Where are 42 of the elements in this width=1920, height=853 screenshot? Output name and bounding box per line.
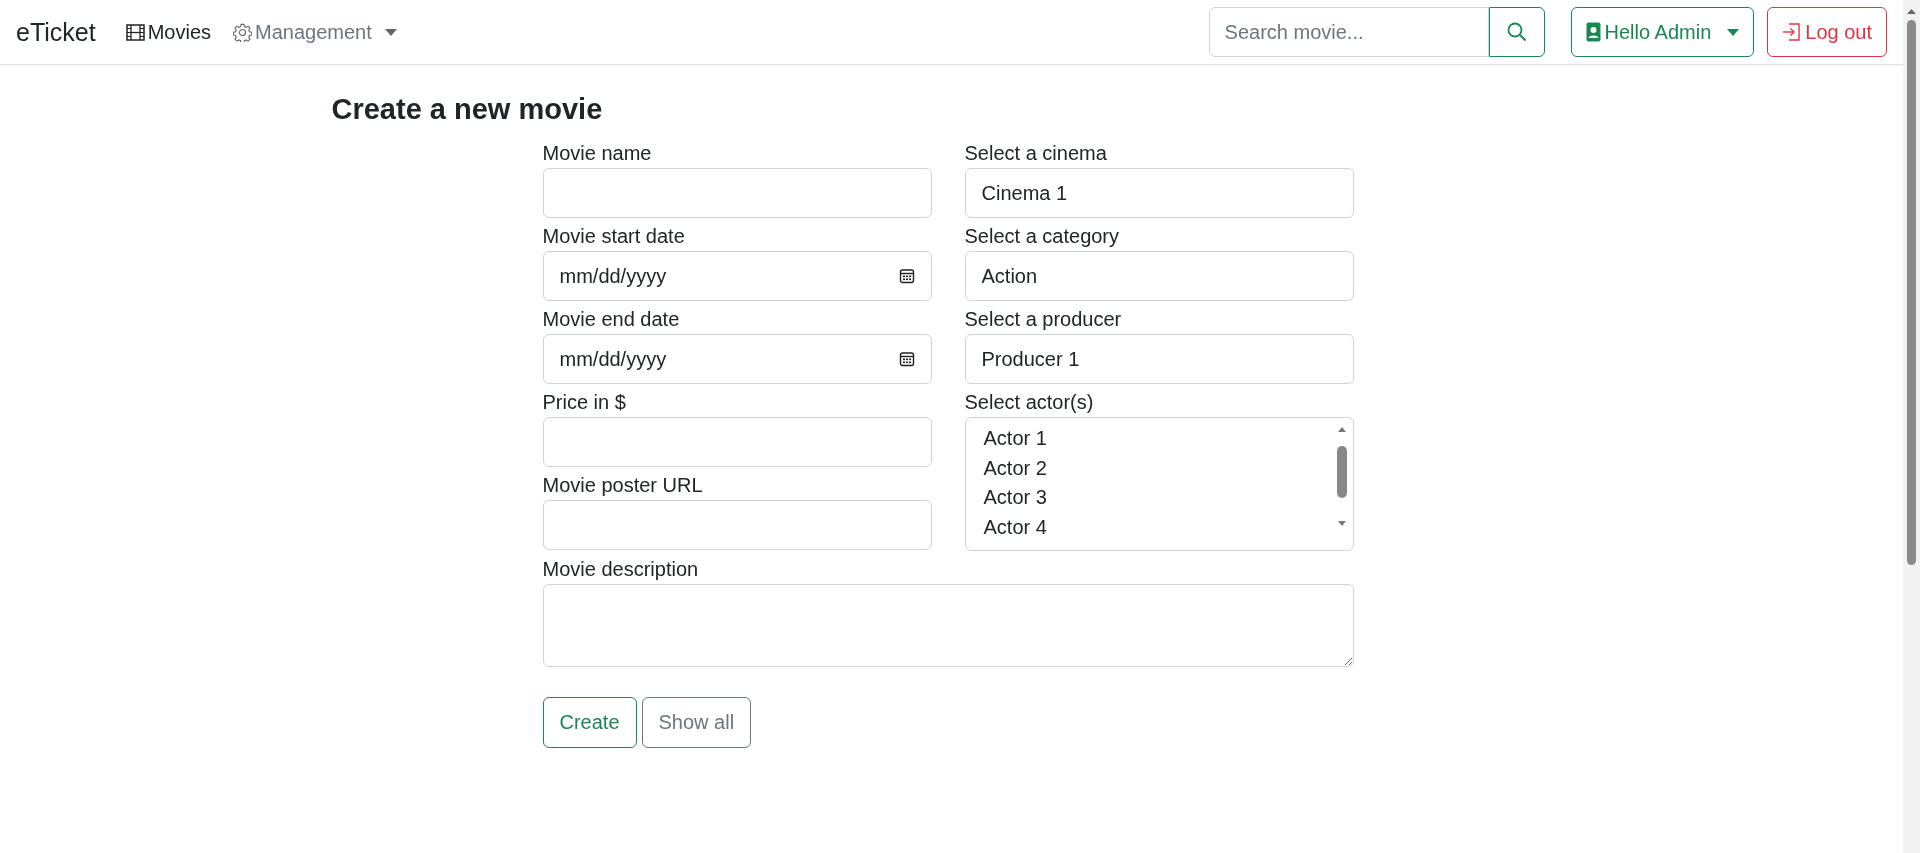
search-field[interactable]: Search movie... xyxy=(1208,7,1489,57)
film-icon xyxy=(125,23,145,41)
calendar-icon[interactable] xyxy=(898,268,915,284)
textarea-field[interactable] xyxy=(542,584,1354,667)
search-icon xyxy=(1506,22,1527,42)
select-field[interactable]: Cinema 1 xyxy=(964,168,1354,218)
input-field[interactable] xyxy=(542,500,932,550)
nav-link[interactable]: Management xyxy=(233,20,397,44)
nav-link[interactable]: Movies xyxy=(125,20,211,44)
field-label: Select a category xyxy=(964,224,1121,249)
field-label: Movie start date xyxy=(542,224,686,249)
date-field[interactable]: mm/dd/yyyy xyxy=(542,251,932,301)
field-label: Movie end date xyxy=(542,307,681,332)
gear-icon xyxy=(233,22,252,42)
input-field[interactable] xyxy=(542,168,932,218)
input-field[interactable] xyxy=(542,417,932,467)
field-label: Movie name xyxy=(542,141,653,166)
caret-icon xyxy=(1727,28,1740,36)
field-label: Price in $ xyxy=(542,390,627,415)
field-label: Select actor(s) xyxy=(964,390,1095,415)
search-button[interactable] xyxy=(1488,7,1545,57)
select-field[interactable]: Action xyxy=(964,251,1354,301)
list-option[interactable]: Actor 3 xyxy=(983,483,1335,513)
field-label: Select a producer xyxy=(964,307,1123,332)
select-field[interactable]: Producer 1 xyxy=(964,334,1354,384)
multi-select-list[interactable]: Actor 1 Actor 2 Actor 3 Actor 4 xyxy=(964,417,1354,551)
date-field[interactable]: mm/dd/yyyy xyxy=(542,334,932,384)
field-label: Movie poster URL xyxy=(542,473,704,498)
caret-icon xyxy=(384,28,397,36)
logout-button[interactable]: Log out xyxy=(1767,7,1887,57)
list-option[interactable]: Actor 1 xyxy=(983,424,1335,454)
list-option[interactable]: Actor 4 xyxy=(983,512,1335,542)
id-badge-icon xyxy=(1585,22,1601,42)
user-menu-button[interactable]: Hello Admin xyxy=(1570,7,1755,57)
field-label: Movie description xyxy=(542,557,700,582)
page-title: Create a new movie xyxy=(331,93,604,126)
list-option[interactable]: Actor 2 xyxy=(983,453,1335,483)
calendar-icon[interactable] xyxy=(898,351,915,367)
field-label: Select a cinema xyxy=(964,141,1108,166)
show-all-button[interactable]: Show all xyxy=(641,697,752,748)
create-button[interactable]: Create xyxy=(542,697,637,748)
brand-link[interactable]: eTicket xyxy=(16,17,96,47)
